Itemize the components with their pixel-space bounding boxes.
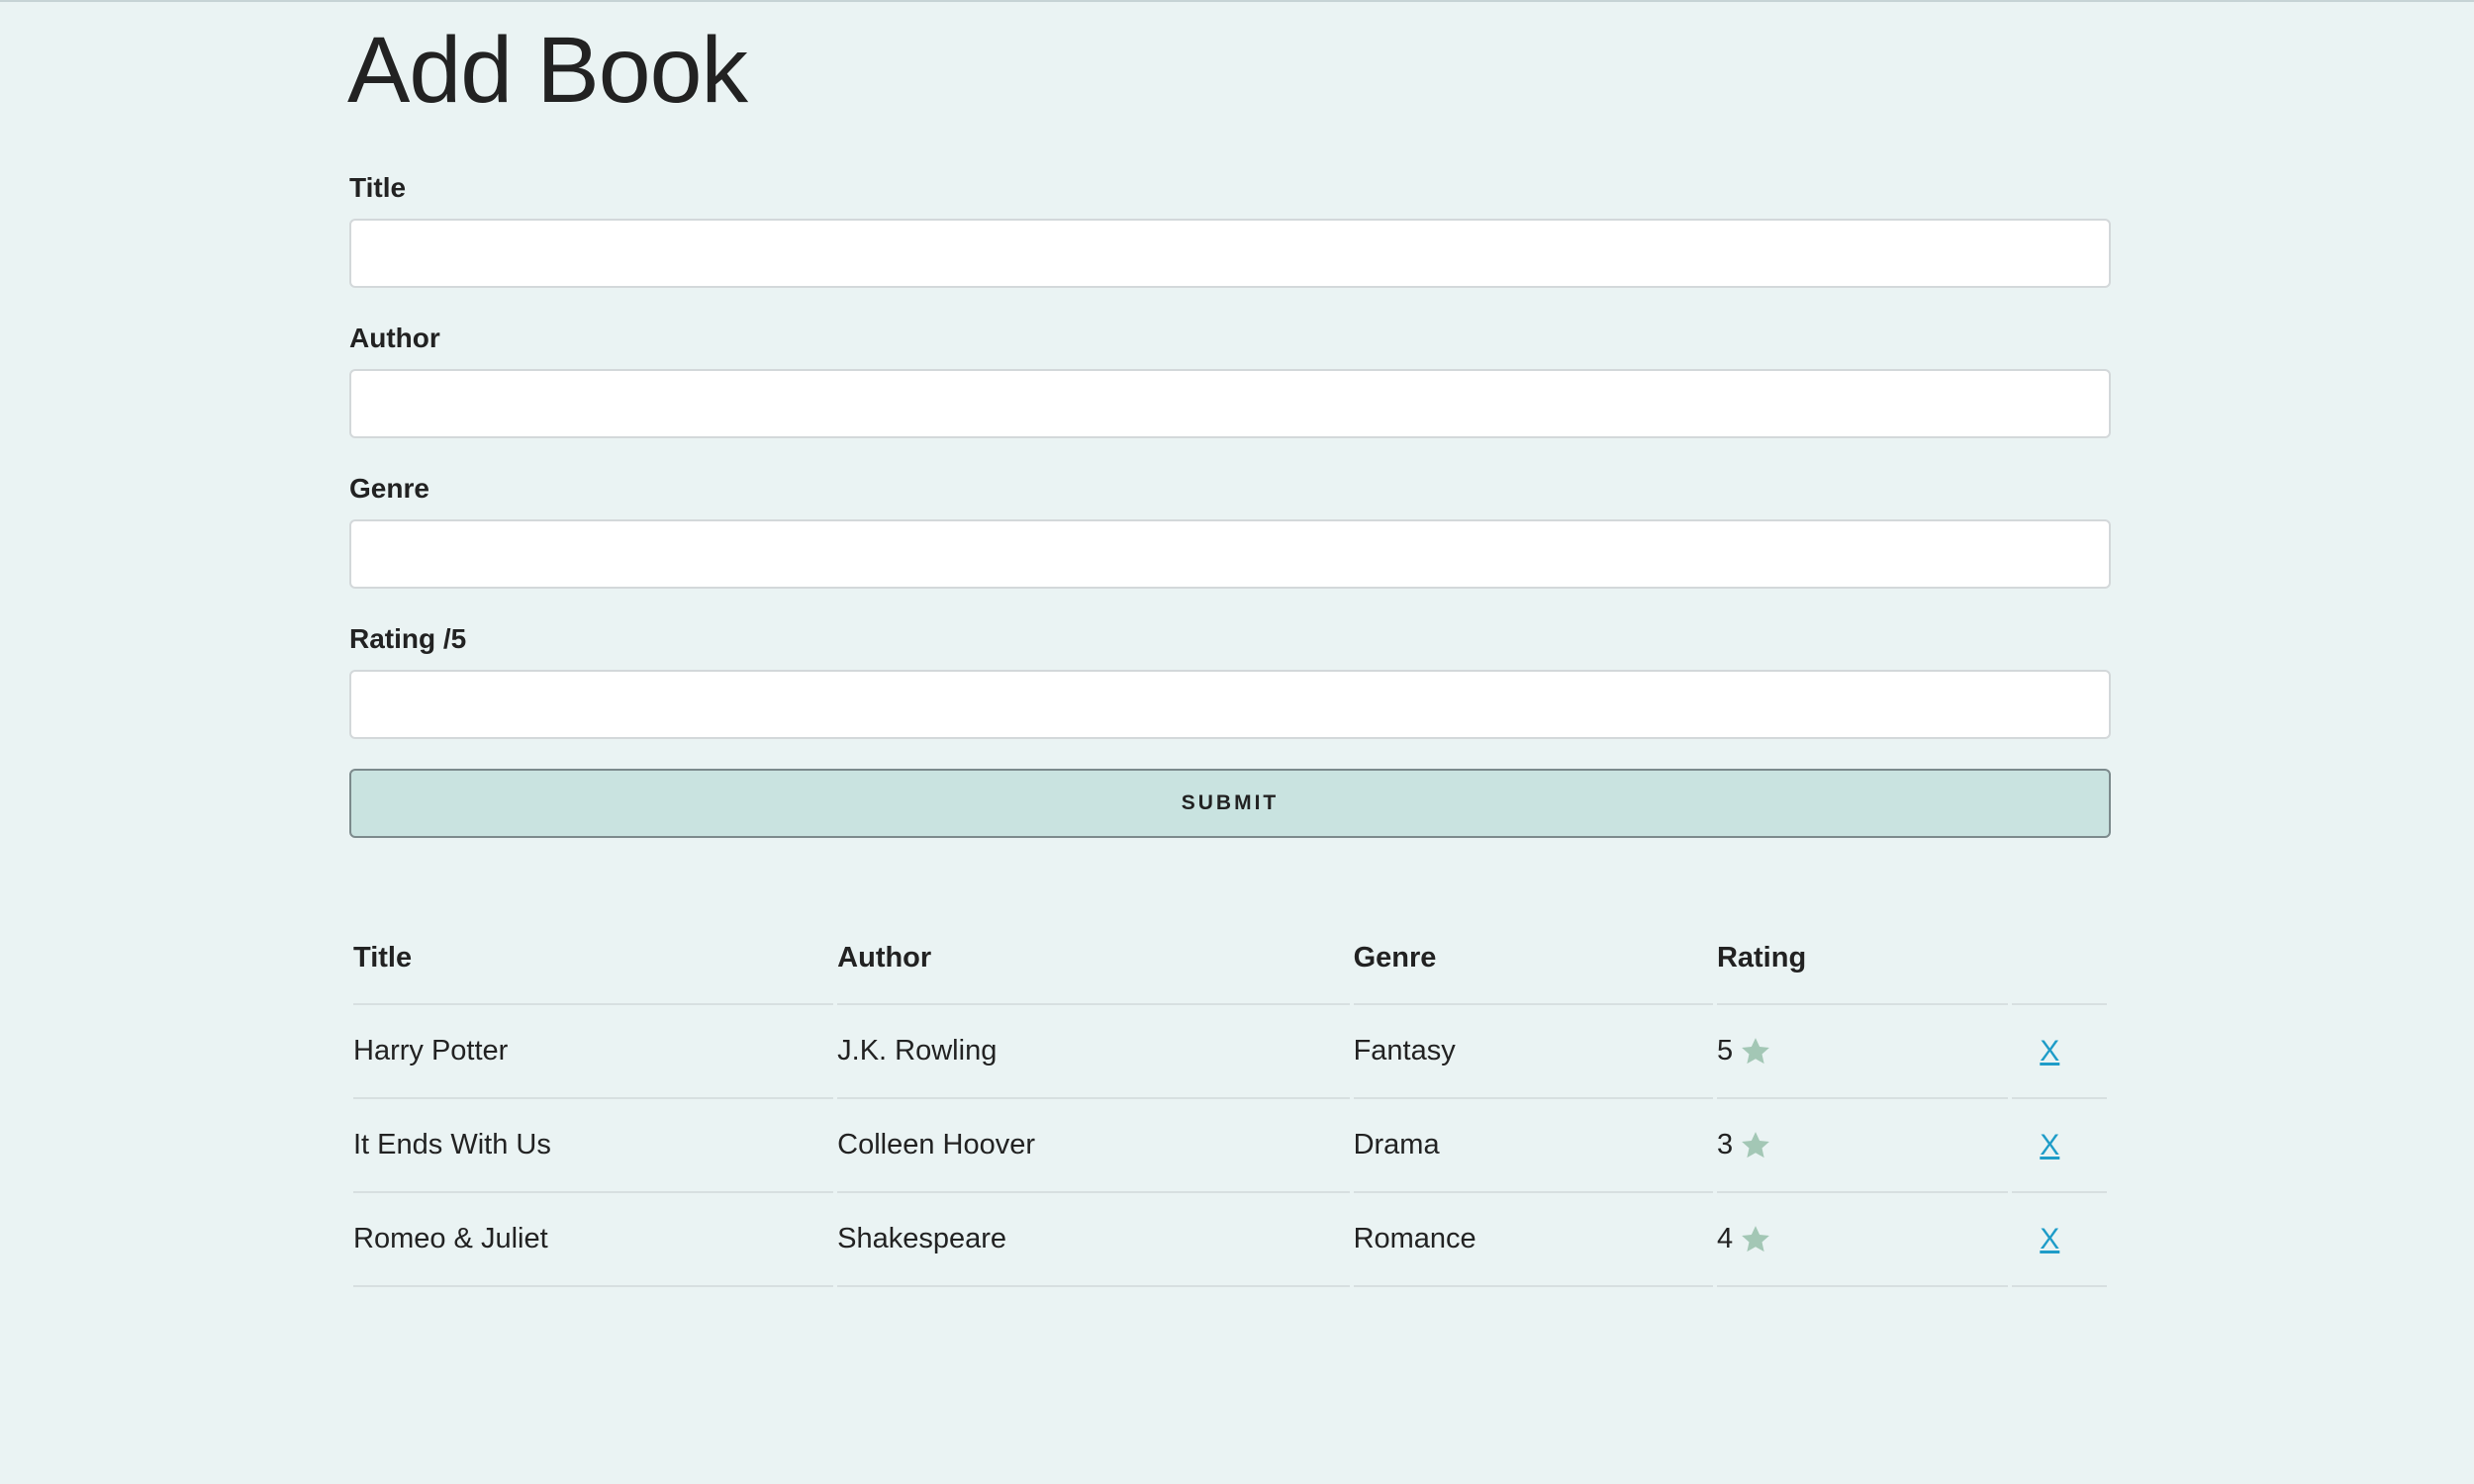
page-title: Add Book: [347, 18, 748, 123]
cell-author: Shakespeare: [837, 1193, 1350, 1287]
header-title: Title: [353, 912, 834, 1005]
rating-label: Rating /5: [349, 623, 467, 654]
rating-value: 4: [1716, 1223, 1734, 1254]
header-author: Author: [837, 912, 1350, 1005]
cell-rating: 4: [1716, 1193, 2009, 1287]
star-icon: [1742, 1037, 1769, 1064]
star-icon: [1742, 1131, 1769, 1158]
table-body: Harry Potter J.K. Rowling Fantasy 5 X It…: [353, 1005, 2107, 1287]
header-genre: Genre: [1353, 912, 1713, 1005]
cell-title: Harry Potter: [353, 1005, 834, 1099]
rating-display: 5: [1717, 1035, 1772, 1068]
cell-genre: Drama: [1353, 1099, 1713, 1193]
rating-value: 5: [1716, 1035, 1734, 1067]
cell-genre: Fantasy: [1353, 1005, 1713, 1099]
author-label: Author: [349, 323, 440, 353]
table-header-row: Title Author Genre Rating: [353, 912, 2107, 1005]
delete-link[interactable]: X: [2040, 1223, 2059, 1255]
genre-label: Genre: [349, 473, 429, 504]
header-action: [2012, 912, 2107, 1005]
delete-link[interactable]: X: [2040, 1129, 2059, 1161]
rating-display: 4: [1717, 1223, 1772, 1256]
rating-display: 3: [1717, 1129, 1772, 1162]
title-label: Title: [349, 172, 407, 203]
header-rating: Rating: [1716, 912, 2009, 1005]
books-table: Title Author Genre Rating Harry Potter J…: [349, 912, 2111, 1287]
cell-author: J.K. Rowling: [837, 1005, 1350, 1099]
author-input[interactable]: [349, 369, 2111, 438]
rating-input[interactable]: [349, 670, 2111, 739]
table-row: Harry Potter J.K. Rowling Fantasy 5 X: [353, 1005, 2107, 1099]
cell-action: X: [2012, 1193, 2107, 1287]
cell-action: X: [2012, 1099, 2107, 1193]
table-header: Title Author Genre Rating: [353, 912, 2107, 1005]
cell-title: It Ends With Us: [353, 1099, 834, 1193]
cell-rating: 3: [1716, 1099, 2009, 1193]
genre-input[interactable]: [349, 519, 2111, 589]
cell-title: Romeo & Juliet: [353, 1193, 834, 1287]
cell-rating: 5: [1716, 1005, 2009, 1099]
delete-link[interactable]: X: [2040, 1035, 2059, 1067]
cell-author: Colleen Hoover: [837, 1099, 1350, 1193]
table-row: Romeo & Juliet Shakespeare Romance 4 X: [353, 1193, 2107, 1287]
cell-genre: Romance: [1353, 1193, 1713, 1287]
star-icon: [1742, 1225, 1769, 1252]
table-row: It Ends With Us Colleen Hoover Drama 3 X: [353, 1099, 2107, 1193]
title-input[interactable]: [349, 219, 2111, 288]
rating-value: 3: [1716, 1129, 1734, 1160]
submit-button[interactable]: SUBMIT: [349, 769, 2111, 838]
cell-action: X: [2012, 1005, 2107, 1099]
